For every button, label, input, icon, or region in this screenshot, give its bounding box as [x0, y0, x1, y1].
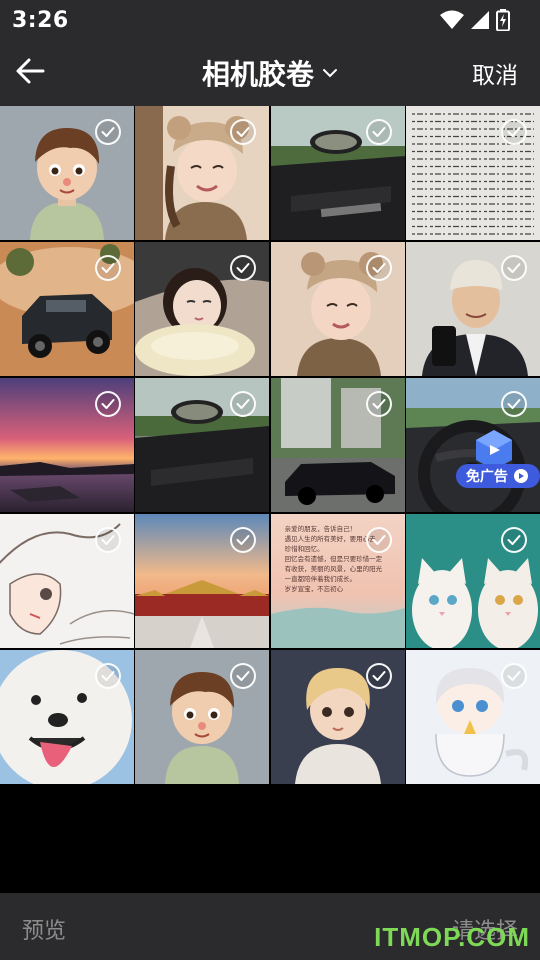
- checkmark-icon: [236, 535, 250, 545]
- watermark-logo: ITMOP.COM: [374, 922, 530, 952]
- photo-car-interior[interactable]: [270, 106, 405, 240]
- select-checkbox[interactable]: [365, 255, 392, 281]
- checkmark-icon: [507, 127, 521, 137]
- chevron-down-icon: [323, 69, 337, 78]
- photo-anime-sketch[interactable]: [0, 514, 134, 648]
- checkmark-icon: [507, 671, 521, 681]
- remove-ads-badge[interactable]: 免广告: [455, 430, 540, 488]
- album-title: 相机胶卷: [201, 58, 314, 91]
- checkmark-icon: [236, 127, 250, 137]
- photo-handwritten-text[interactable]: [405, 106, 540, 240]
- checkmark-icon: [507, 535, 521, 545]
- select-checkbox[interactable]: [365, 391, 392, 417]
- photo-girl-bear-hat[interactable]: [135, 106, 270, 240]
- photo-note-text[interactable]: 亲爱的朋友，告诉自己！ 遇见人生的所有美好，要用心去 珍惜和回忆。 回忆会有遗憾，但是…: [270, 514, 405, 648]
- photo-cartoon-boy-2[interactable]: [135, 650, 270, 784]
- wifi-icon: [440, 10, 464, 29]
- select-checkbox[interactable]: [95, 119, 121, 145]
- photo-sunset-sea[interactable]: [0, 378, 134, 512]
- note-text-line: 有收获，美丽的风景，心里的阳光: [284, 565, 383, 573]
- status-icons: [440, 9, 510, 31]
- photo-girl-bear-hat-2[interactable]: [270, 242, 405, 376]
- note-text-line: 岁岁宣宝，不忘初心: [284, 585, 344, 593]
- photo-cartoon-girl[interactable]: [270, 650, 405, 784]
- cellular-signal-icon: [471, 11, 489, 29]
- checkmark-icon: [101, 263, 115, 273]
- checkmark-icon: [101, 671, 115, 681]
- select-checkbox[interactable]: [500, 663, 527, 689]
- select-checkbox[interactable]: [365, 527, 392, 553]
- note-text-line: 回忆会有遗憾，但是只要珍惜一定: [284, 555, 383, 563]
- select-checkbox[interactable]: [365, 119, 392, 145]
- play-icon: [513, 469, 528, 483]
- checkmark-icon: [372, 263, 386, 273]
- checkmark-icon: [372, 535, 386, 545]
- note-text-line: 一直都陪伴着我们成长。: [284, 575, 357, 583]
- checkmark-icon: [236, 263, 250, 273]
- photo-man-beanie[interactable]: [405, 242, 540, 376]
- top-nav-bar: 相机胶卷 取消: [0, 40, 540, 106]
- photo-white-dog[interactable]: [0, 650, 134, 784]
- select-checkbox[interactable]: [500, 119, 527, 145]
- select-checkbox[interactable]: [95, 663, 121, 689]
- battery-icon: [496, 9, 510, 31]
- album-selector[interactable]: 相机胶卷: [0, 40, 540, 106]
- remove-ads-pill: 免广告: [455, 464, 540, 488]
- checkmark-icon: [507, 399, 521, 409]
- photo-steering-wheel[interactable]: 免广告: [405, 378, 540, 512]
- select-checkbox[interactable]: [95, 255, 121, 281]
- select-checkbox[interactable]: [95, 391, 121, 417]
- photo-white-kittens[interactable]: [405, 514, 540, 648]
- preview-button[interactable]: 预览: [22, 913, 66, 945]
- remove-ads-label: 免广告: [465, 469, 508, 485]
- photo-girl-lying[interactable]: [135, 242, 270, 376]
- checkmark-icon: [236, 399, 250, 409]
- photo-chibi-star[interactable]: [405, 650, 540, 784]
- checkmark-icon: [372, 399, 386, 409]
- checkmark-icon: [101, 535, 115, 545]
- select-checkbox[interactable]: [365, 663, 392, 689]
- checkmark-icon: [372, 127, 386, 137]
- photo-car-interior-2[interactable]: [135, 378, 270, 512]
- checkmark-icon: [101, 127, 115, 137]
- checkmark-icon: [236, 671, 250, 681]
- select-checkbox[interactable]: [500, 255, 527, 281]
- checkmark-icon: [101, 399, 115, 409]
- select-checkbox[interactable]: [95, 527, 121, 553]
- photo-forbidden-city[interactable]: [135, 514, 270, 648]
- photo-cartoon-boy[interactable]: [0, 106, 134, 240]
- photo-grid: 免广告亲爱的朋友，告诉自己！ 遇见人生的所有美好，要用心去 珍惜和回忆。 回忆会有遗憾…: [0, 106, 540, 784]
- photo-black-sedan[interactable]: [270, 378, 405, 512]
- checkmark-icon: [507, 263, 521, 273]
- photo-offroad-suv[interactable]: [0, 242, 134, 376]
- status-bar: 3:26: [0, 0, 540, 40]
- select-checkbox[interactable]: [500, 527, 527, 553]
- select-checkbox[interactable]: [500, 391, 527, 417]
- cancel-button[interactable]: 取消: [472, 56, 518, 90]
- checkmark-icon: [372, 671, 386, 681]
- status-time: 3:26: [12, 7, 69, 33]
